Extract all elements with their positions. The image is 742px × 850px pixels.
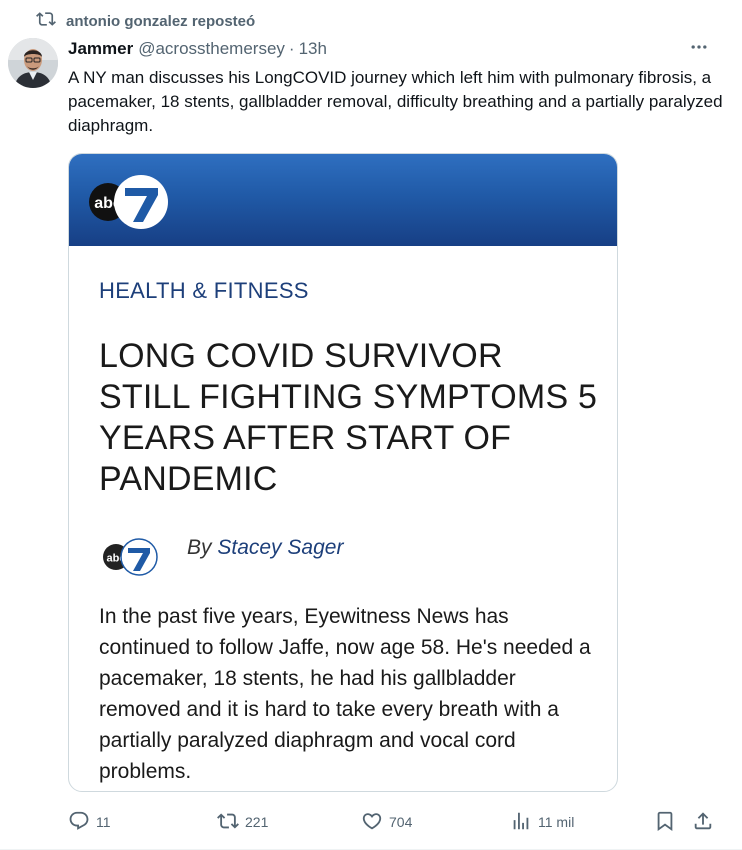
more-horizontal-icon bbox=[689, 37, 709, 62]
repost-label: antonio gonzalez reposteó bbox=[66, 12, 256, 30]
repost-icon bbox=[36, 9, 56, 33]
reply-button[interactable]: 11 bbox=[68, 808, 111, 836]
repost-indicator[interactable]: antonio gonzalez reposteó bbox=[36, 9, 255, 33]
abc7-small-logo: abc bbox=[101, 537, 159, 582]
tweet-header: Jammer @acrossthemersey · 13h bbox=[68, 38, 722, 60]
byline-prefix: By bbox=[187, 536, 212, 559]
more-options-button[interactable] bbox=[686, 36, 712, 62]
card-category: HEALTH & FITNESS bbox=[99, 278, 309, 303]
repost-button[interactable]: 221 bbox=[217, 808, 268, 836]
card-body-text: In the past five years, Eyewitness News … bbox=[99, 605, 591, 783]
repost-count: 221 bbox=[245, 814, 269, 830]
abc7-logo: abc bbox=[85, 172, 175, 237]
separator-dot: · bbox=[288, 39, 295, 58]
media-card[interactable]: abc HEALTH & FITNESS LONG COVID SURVIVOR… bbox=[68, 153, 618, 792]
byline-author: Stacey Sager bbox=[217, 536, 344, 559]
card-banner: abc bbox=[69, 154, 617, 246]
views-button[interactable]: 11 mil bbox=[510, 808, 574, 836]
tweet-text: A NY man discusses his LongCOVID journey… bbox=[68, 68, 723, 135]
card-headline: LONG COVID SURVIVOR STILL FIGHTING SYMPT… bbox=[99, 337, 598, 498]
avatar[interactable] bbox=[8, 38, 58, 88]
share-button[interactable] bbox=[692, 808, 714, 836]
author-name[interactable]: Jammer bbox=[68, 39, 133, 59]
bookmark-button[interactable] bbox=[654, 808, 676, 836]
like-button[interactable]: 704 bbox=[361, 808, 412, 836]
reply-count: 11 bbox=[96, 814, 111, 830]
share-icon bbox=[692, 810, 714, 835]
byline: By Stacey Sager bbox=[187, 536, 343, 560]
bar-chart-icon bbox=[510, 810, 532, 835]
repost-icon bbox=[217, 810, 239, 835]
author-handle[interactable]: @acrossthemersey bbox=[138, 39, 285, 59]
heart-icon bbox=[361, 810, 383, 835]
bookmark-icon bbox=[654, 810, 676, 835]
tweet-timestamp[interactable]: 13h bbox=[299, 39, 327, 59]
action-bar: 11 221 704 11 mil bbox=[68, 808, 742, 836]
reply-icon bbox=[68, 810, 90, 835]
views-count: 11 mil bbox=[538, 814, 575, 830]
like-count: 704 bbox=[389, 814, 413, 830]
